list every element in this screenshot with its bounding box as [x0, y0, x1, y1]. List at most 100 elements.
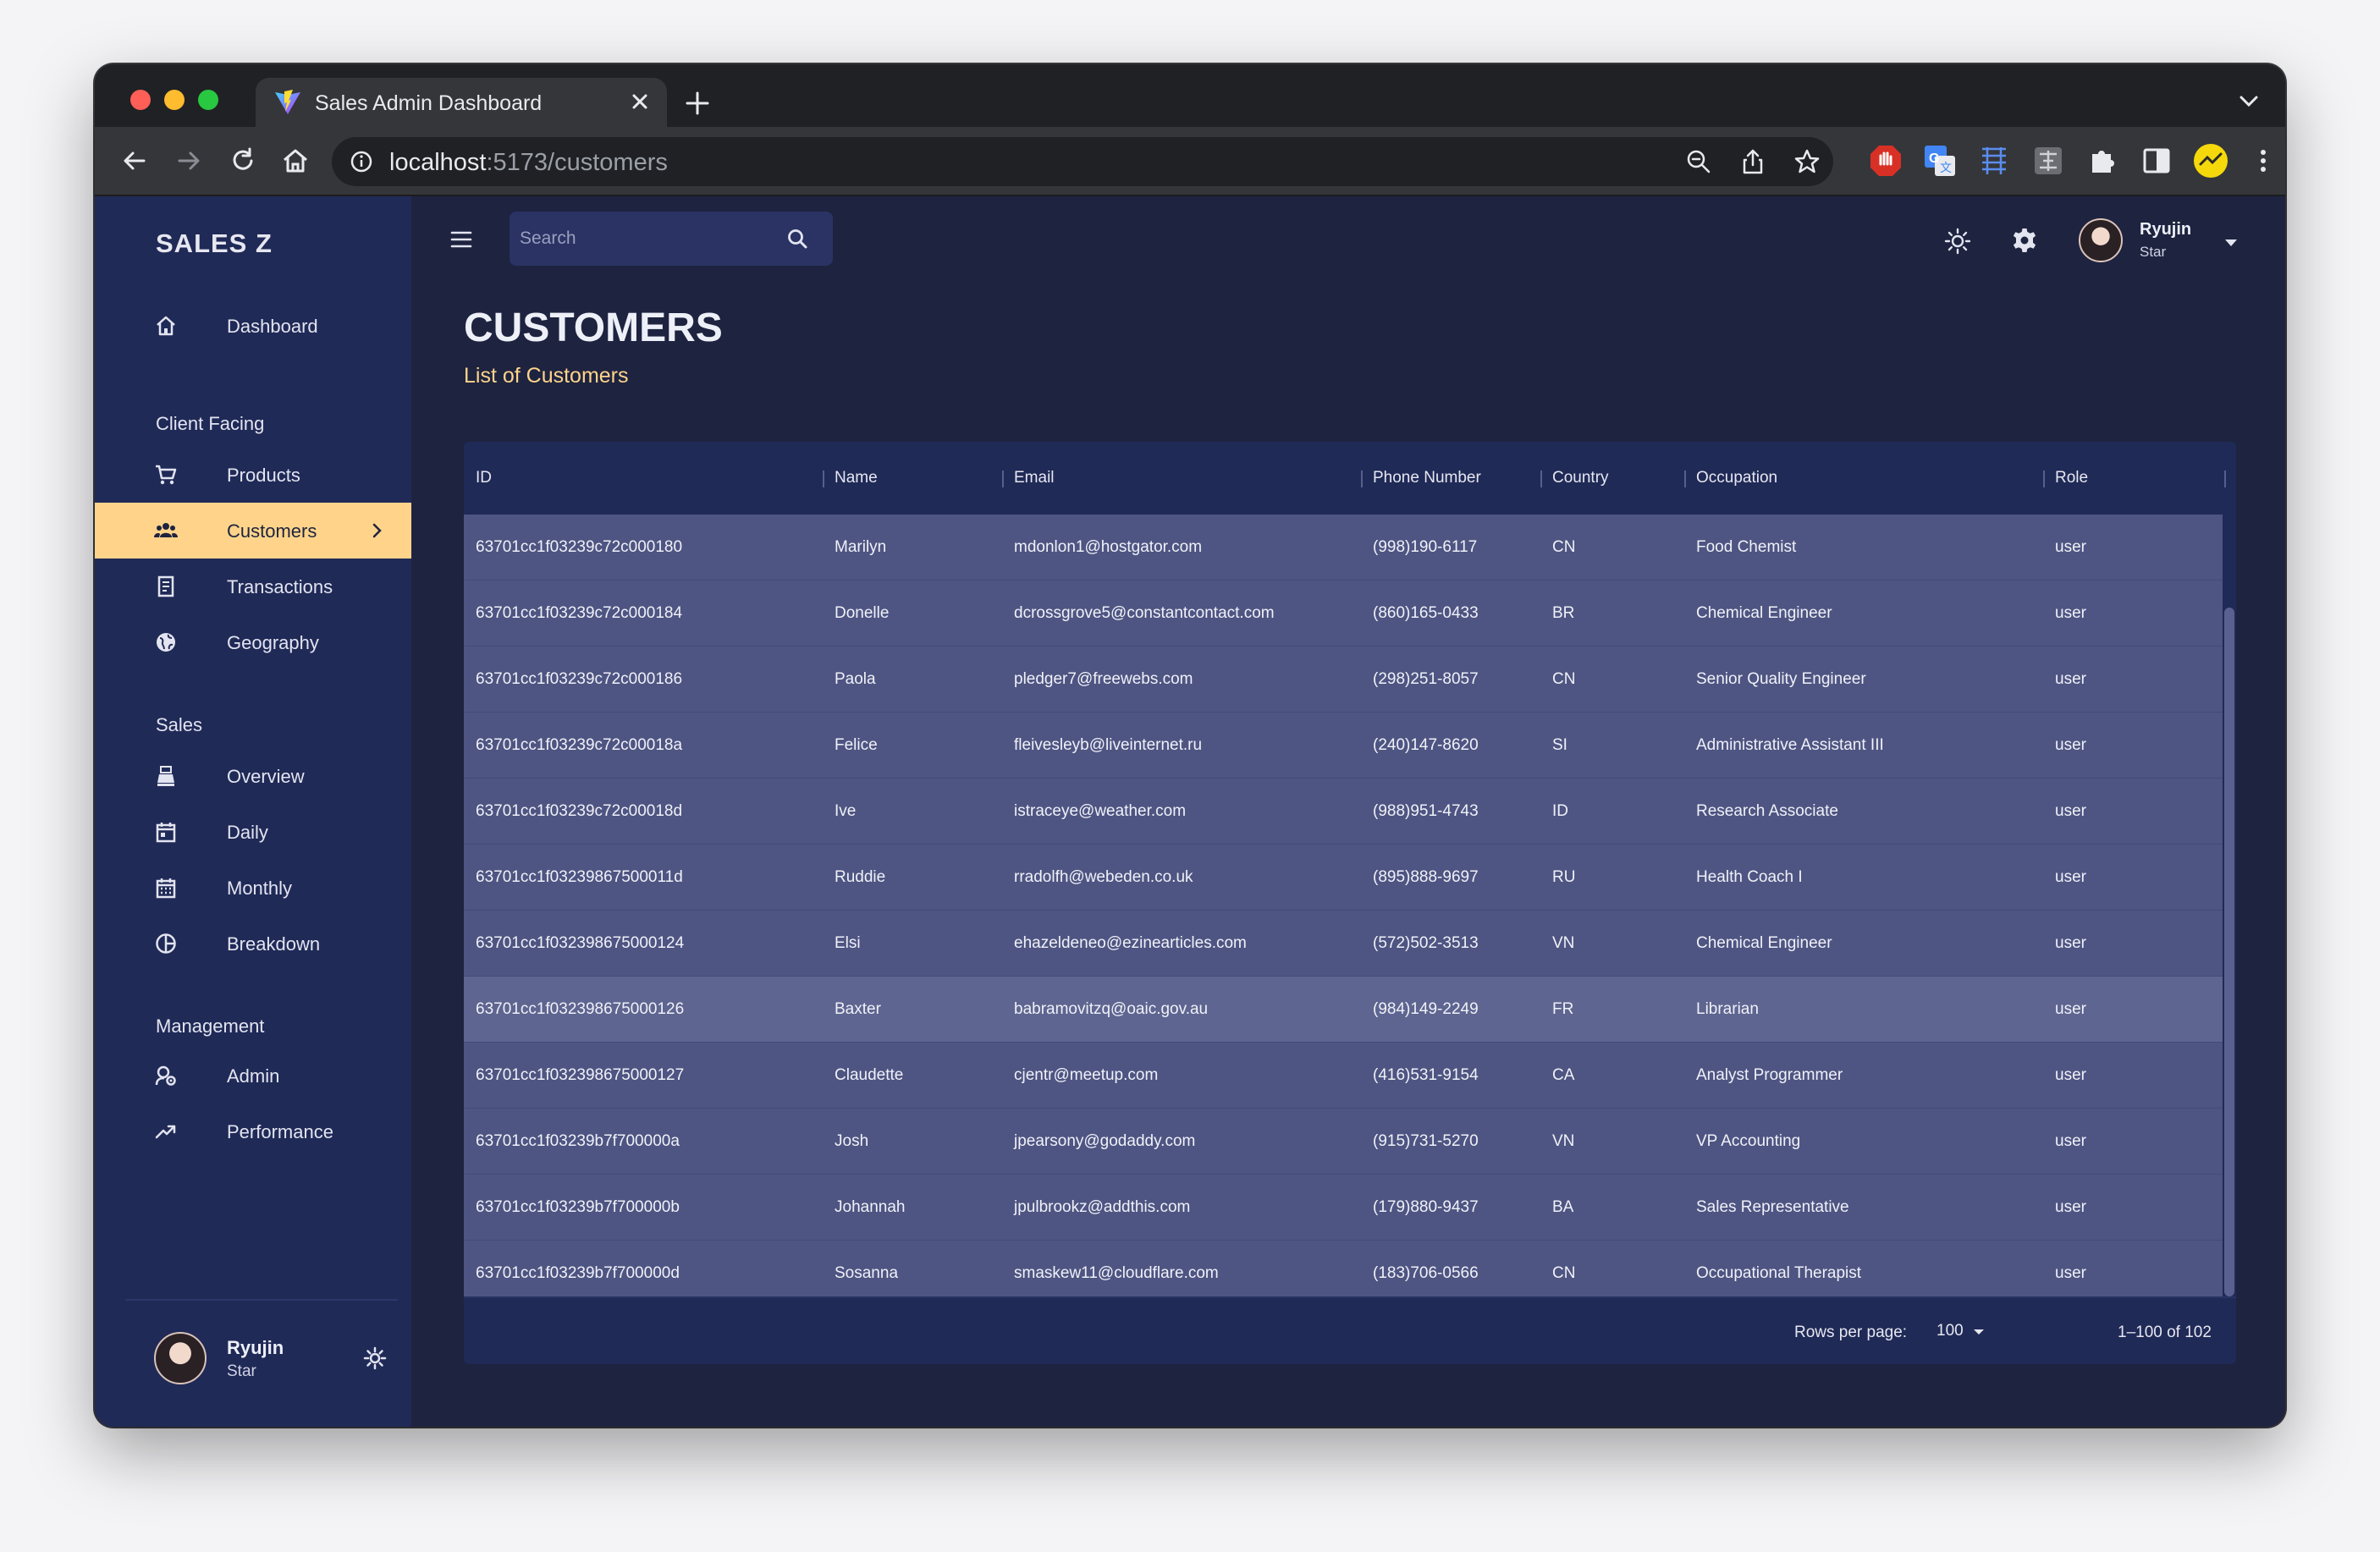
minimize-window-button[interactable] — [164, 90, 185, 110]
reader-extension-icon[interactable] — [2030, 142, 2067, 179]
customers-data-grid: ID Name Email Phone Number Country Occup… — [464, 442, 2236, 1364]
svg-text:文: 文 — [1940, 161, 1952, 174]
share-icon[interactable] — [1738, 147, 1767, 176]
menu-icon[interactable] — [449, 227, 474, 252]
cell-name: Paola — [835, 670, 876, 688]
site-info-icon[interactable] — [349, 149, 374, 174]
sidebar-item-label: Admin — [227, 1065, 280, 1087]
back-icon[interactable] — [118, 145, 151, 177]
cell-occupation: Food Chemist — [1696, 538, 1797, 556]
cell-phone: (998)190-6117 — [1373, 538, 1478, 556]
browser-tab[interactable]: Sales Admin Dashboard — [256, 78, 667, 127]
zoom-out-icon[interactable] — [1684, 147, 1713, 176]
profile-extension-icon[interactable] — [2192, 142, 2229, 179]
table-row[interactable]: 63701cc1f03239b7f700000d Sosanna smaskew11… — [464, 1241, 2223, 1296]
cell-country: SI — [1552, 736, 1567, 754]
tab-search-chevron-icon[interactable] — [2238, 93, 2260, 110]
user-name: Ryujin — [2140, 220, 2192, 239]
arrow-drop-down-icon[interactable] — [2223, 237, 2240, 249]
cell-name: Claudette — [835, 1066, 904, 1084]
settings-icon[interactable] — [2011, 227, 2038, 254]
globe-icon — [157, 633, 175, 652]
cell-role: user — [2055, 1066, 2086, 1084]
column-header-id[interactable]: ID — [476, 469, 492, 487]
column-separator[interactable] — [1361, 471, 1363, 487]
column-header-country[interactable]: Country — [1552, 469, 1609, 487]
close-window-button[interactable] — [130, 90, 151, 110]
brand-logo[interactable]: SALES Z — [156, 228, 273, 259]
table-row[interactable]: 63701cc1f03239b7f700000a Josh jpearsony@go… — [464, 1109, 2223, 1175]
sidebar-item-overview[interactable]: Overview — [95, 748, 411, 804]
url-text[interactable]: localhost:5173/customers — [389, 149, 668, 177]
cell-occupation: Chemical Engineer — [1696, 604, 1832, 622]
table-row[interactable]: 63701cc1f03239c72c000180 Marilyn mdonlon1@… — [464, 515, 2223, 581]
column-separator[interactable] — [1540, 471, 1542, 487]
column-separator[interactable] — [1684, 471, 1686, 487]
table-row[interactable]: 63701cc1f03239b7f700000b Johannah jpulbroo… — [464, 1175, 2223, 1241]
cell-role: user — [2055, 538, 2086, 556]
column-separator[interactable] — [2043, 471, 2045, 487]
side-panel-icon[interactable] — [2138, 142, 2175, 179]
home-icon — [157, 316, 175, 336]
bookmark-star-icon[interactable] — [1793, 147, 1821, 176]
sidebar-item-monthly[interactable]: Monthly — [95, 860, 411, 916]
cell-name: Donelle — [835, 604, 890, 622]
cell-role: user — [2055, 1132, 2086, 1150]
new-tab-icon[interactable] — [684, 90, 711, 117]
sidebar-user-profile[interactable]: Ryujin Star — [154, 1332, 391, 1391]
light-mode-icon[interactable] — [1943, 227, 1972, 256]
cell-id: 63701cc1f03239b7f700000b — [476, 1198, 680, 1216]
cell-id: 63701cc1f032398675000127 — [476, 1066, 685, 1084]
close-tab-icon[interactable] — [628, 90, 652, 113]
cell-country: BA — [1552, 1198, 1574, 1216]
table-row[interactable]: 63701cc1f03239867500011d Ruddie rradolfh@w… — [464, 845, 2223, 911]
table-row[interactable]: 63701cc1f032398675000124 Elsi ehazeldeneo@… — [464, 911, 2223, 977]
rows-per-page-label: Rows per page: — [1794, 1324, 1908, 1341]
home-browser-icon[interactable] — [279, 145, 311, 177]
grid-pagination: Rows per page: 100 1–100 of 102 — [464, 1296, 2236, 1364]
browser-menu-icon[interactable] — [2245, 142, 2282, 179]
table-row[interactable]: 63701cc1f03239c72c000184 Donelle dcrossgro… — [464, 581, 2223, 647]
search-input[interactable] — [520, 212, 774, 266]
column-separator[interactable] — [823, 471, 824, 487]
sidebar-item-breakdown[interactable]: Breakdown — [95, 916, 411, 971]
maximize-window-button[interactable] — [198, 90, 218, 110]
user-name: Ryujin — [227, 1337, 284, 1358]
sidebar-item-admin[interactable]: Admin — [95, 1048, 411, 1103]
google-translate-extension-icon[interactable]: G 文 — [1921, 142, 1959, 179]
column-header-phone[interactable]: Phone Number — [1373, 469, 1481, 487]
sidebar-item-transactions[interactable]: Transactions — [95, 559, 411, 614]
forward-icon[interactable] — [173, 145, 205, 177]
cell-name: Ive — [835, 802, 857, 820]
extensions-puzzle-icon[interactable] — [2084, 142, 2121, 179]
sidebar-item-performance[interactable]: Performance — [95, 1103, 411, 1159]
cell-email: cjentr@meetup.com — [1014, 1066, 1159, 1084]
address-bar[interactable]: localhost:5173/customers — [332, 137, 1833, 186]
rows-per-page-select[interactable]: 100 — [1937, 1322, 1964, 1340]
dictionary-extension-icon[interactable] — [1975, 142, 2013, 179]
column-separator[interactable] — [1002, 471, 1004, 487]
table-row[interactable]: 63701cc1f032398675000126 Baxter babramovit… — [464, 977, 2223, 1043]
sidebar-item-customers[interactable]: Customers — [95, 503, 411, 559]
cell-email: babramovitzq@oaic.gov.au — [1014, 1000, 1209, 1018]
table-row[interactable]: 63701cc1f032398675000127 Claudette cjentr@… — [464, 1043, 2223, 1109]
table-row[interactable]: 63701cc1f03239c72c000186 Paola pledger7@fr… — [464, 647, 2223, 713]
arrow-drop-down-icon[interactable] — [1972, 1327, 1986, 1337]
sidebar-item-products[interactable]: Products — [95, 447, 411, 503]
table-row[interactable]: 63701cc1f03239c72c00018d Ive istraceye@wea… — [464, 779, 2223, 845]
column-header-name[interactable]: Name — [835, 469, 878, 487]
reload-icon[interactable] — [227, 145, 259, 177]
column-separator[interactable] — [2224, 471, 2226, 487]
table-row[interactable]: 63701cc1f03239c72c00018a Felice fleivesley… — [464, 713, 2223, 779]
cell-role: user — [2055, 670, 2086, 688]
sidebar-item-daily[interactable]: Daily — [95, 804, 411, 860]
sidebar-item-dashboard[interactable]: Dashboard — [95, 298, 411, 354]
column-header-role[interactable]: Role — [2055, 469, 2088, 487]
sidebar-item-geography[interactable]: Geography — [95, 614, 411, 670]
column-header-email[interactable]: Email — [1014, 469, 1055, 487]
scrollbar-thumb[interactable] — [2224, 608, 2234, 1296]
column-header-occupation[interactable]: Occupation — [1696, 469, 1777, 487]
search-icon[interactable] — [785, 227, 809, 250]
adblock-extension-icon[interactable] — [1867, 142, 1904, 179]
settings-outline-icon[interactable] — [362, 1346, 388, 1371]
